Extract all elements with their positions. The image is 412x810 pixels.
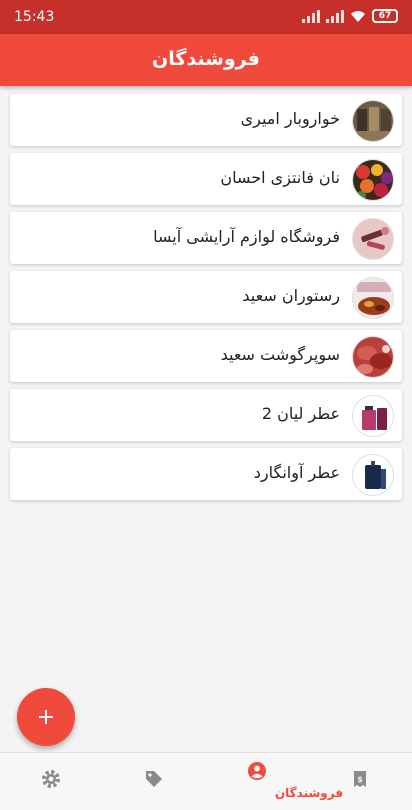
vendor-name: خواروبار امیری xyxy=(240,109,340,128)
plus-icon xyxy=(39,710,53,724)
app-bar: فروشندگان xyxy=(0,34,412,86)
status-bar: 15:43 67 xyxy=(0,0,412,34)
vendor-name: سوپرگوشت سعید xyxy=(220,345,340,364)
bakery-photo xyxy=(352,159,394,201)
vendor-name: عطر آوانگارد xyxy=(253,463,340,482)
invoice-icon: $ xyxy=(354,771,366,787)
battery-icon: 67 xyxy=(372,9,398,23)
wifi-icon xyxy=(351,11,365,22)
perfume-bottle-photo xyxy=(352,395,394,437)
tag-icon xyxy=(146,771,162,787)
perfume-bottle-dark-photo xyxy=(352,454,394,496)
nav-offers[interactable] xyxy=(103,753,206,810)
restaurant-food-photo xyxy=(352,277,394,319)
vendor-name: نان فانتزی احسان xyxy=(220,168,340,187)
vendor-card[interactable]: عطر آوانگارد xyxy=(10,448,402,500)
nav-vendors[interactable]: فروشندگان xyxy=(206,753,343,810)
vendor-card[interactable]: سوپرگوشت سعید xyxy=(10,330,402,382)
add-vendor-button[interactable] xyxy=(17,688,75,746)
vendor-card[interactable]: نان فانتزی احسان xyxy=(10,153,402,205)
meat-photo xyxy=(352,336,394,378)
nav-invoices[interactable]: $ xyxy=(309,753,412,810)
cosmetics-photo xyxy=(352,218,394,260)
vendor-name: عطر لیان 2 xyxy=(261,404,340,423)
account-circle-icon xyxy=(248,762,266,780)
page-title: فروشندگان xyxy=(152,48,260,70)
signal-icon xyxy=(302,9,320,23)
svg-text:$: $ xyxy=(357,775,363,784)
vendor-card[interactable]: خواروبار امیری xyxy=(10,94,402,146)
status-time: 15:43 xyxy=(14,9,55,25)
bottom-navigation: فروشندگان $ xyxy=(0,752,412,810)
grocery-store-photo xyxy=(352,100,394,142)
nav-settings[interactable] xyxy=(0,753,103,810)
gear-icon xyxy=(42,770,60,788)
vendor-list: خواروبار امیری نان فانتزی احسان فروشگاه … xyxy=(10,94,402,507)
status-icons: 67 xyxy=(302,9,398,23)
vendor-card[interactable]: رستوران سعید xyxy=(10,271,402,323)
vendor-name: رستوران سعید xyxy=(242,286,340,305)
battery-level: 67 xyxy=(378,11,392,21)
vendor-card[interactable]: فروشگاه لوازم آرایشی آیسا xyxy=(10,212,402,264)
signal-icon-2 xyxy=(326,9,344,23)
vendor-card[interactable]: عطر لیان 2 xyxy=(10,389,402,441)
vendor-name: فروشگاه لوازم آرایشی آیسا xyxy=(153,227,340,246)
